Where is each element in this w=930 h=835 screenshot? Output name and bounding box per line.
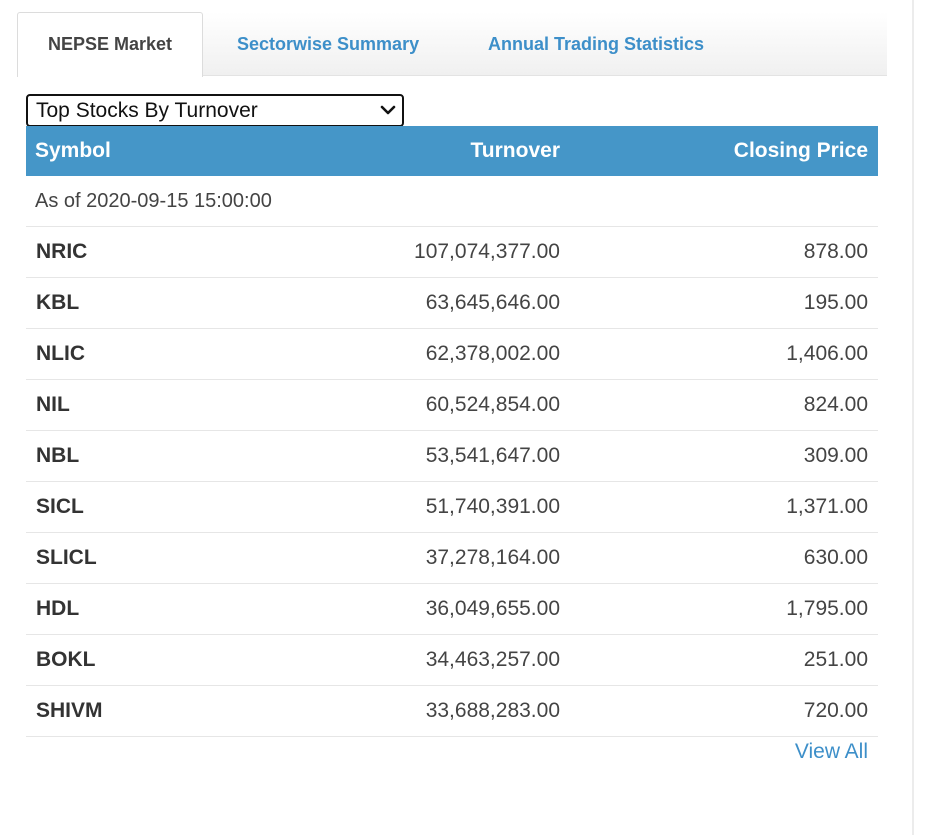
- header-closing-price: Closing Price: [733, 139, 868, 162]
- as-of-timestamp: As of 2020-09-15 15:00:00: [26, 176, 878, 227]
- row-turnover: 33,688,283.00: [425, 699, 560, 722]
- row-symbol: KBL: [36, 291, 80, 314]
- row-turnover: 37,278,164.00: [425, 546, 560, 569]
- row-closing-price: 630.00: [803, 546, 868, 569]
- row-turnover: 53,541,647.00: [425, 444, 560, 467]
- row-closing-price: 1,371.00: [786, 495, 868, 518]
- tab-sectorwise-summary[interactable]: Sectorwise Summary: [237, 12, 419, 76]
- row-closing-price: 251.00: [803, 648, 868, 671]
- table-row: HDL 36,049,655.00 1,795.00: [26, 584, 878, 635]
- table-row: BOKL 34,463,257.00 251.00: [26, 635, 878, 686]
- table-row: SLICL 37,278,164.00 630.00: [26, 533, 878, 584]
- tab-annual-trading-statistics[interactable]: Annual Trading Statistics: [488, 12, 704, 76]
- table-row: SHIVM 33,688,283.00 720.00: [26, 686, 878, 737]
- row-symbol: NIL: [36, 393, 70, 416]
- row-closing-price: 878.00: [803, 240, 868, 263]
- row-closing-price: 309.00: [803, 444, 868, 467]
- table-row: NIL 60,524,854.00 824.00: [26, 380, 878, 431]
- table-row: KBL 63,645,646.00 195.00: [26, 278, 878, 329]
- chevron-down-icon: [380, 105, 396, 115]
- row-turnover: 51,740,391.00: [425, 495, 560, 518]
- row-closing-price: 1,795.00: [786, 597, 868, 620]
- table-row: NRIC 107,074,377.00 878.00: [26, 227, 878, 278]
- row-turnover: 36,049,655.00: [425, 597, 560, 620]
- tab-bar: NEPSE Market Sectorwise Summary Annual T…: [17, 12, 887, 77]
- row-turnover: 107,074,377.00: [414, 240, 560, 263]
- row-symbol: SLICL: [36, 546, 97, 569]
- row-closing-price: 1,406.00: [786, 342, 868, 365]
- table-row: NBL 53,541,647.00 309.00: [26, 431, 878, 482]
- row-turnover: 60,524,854.00: [425, 393, 560, 416]
- row-symbol: HDL: [36, 597, 80, 620]
- table-row: SICL 51,740,391.00 1,371.00: [26, 482, 878, 533]
- top-stocks-table: Symbol Turnover Closing Price As of 2020…: [26, 126, 878, 737]
- row-symbol: SICL: [36, 495, 84, 518]
- table-body: NRIC 107,074,377.00 878.00 KBL 63,645,646.00…: [26, 227, 878, 737]
- row-closing-price: 195.00: [803, 291, 868, 314]
- panel-right-border: [912, 0, 914, 835]
- row-turnover: 34,463,257.00: [425, 648, 560, 671]
- row-symbol: BOKL: [36, 648, 96, 671]
- tab-nepse-market[interactable]: NEPSE Market: [17, 12, 203, 77]
- view-all-link[interactable]: View All: [795, 740, 868, 764]
- header-turnover: Turnover: [470, 139, 560, 162]
- row-symbol: NRIC: [36, 240, 88, 263]
- row-symbol: NLIC: [36, 342, 85, 365]
- row-closing-price: 824.00: [803, 393, 868, 416]
- header-symbol: Symbol: [35, 139, 111, 162]
- row-turnover: 63,645,646.00: [425, 291, 560, 314]
- row-symbol: NBL: [36, 444, 80, 467]
- table-header: Symbol Turnover Closing Price: [26, 126, 878, 176]
- select-value: Top Stocks By Turnover: [36, 99, 258, 122]
- table-row: NLIC 62,378,002.00 1,406.00: [26, 329, 878, 380]
- row-closing-price: 720.00: [803, 699, 868, 722]
- row-symbol: SHIVM: [36, 699, 103, 722]
- row-turnover: 62,378,002.00: [425, 342, 560, 365]
- stocks-filter-select[interactable]: Top Stocks By Turnover: [26, 94, 404, 127]
